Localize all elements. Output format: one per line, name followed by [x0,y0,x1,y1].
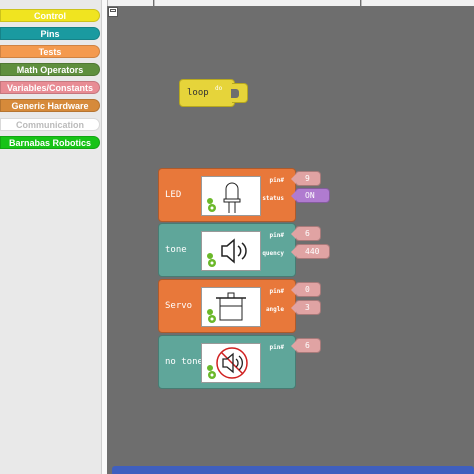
workspace-scrollbar[interactable] [112,466,474,474]
category-communication[interactable]: Communication [0,118,100,131]
param-label: pin# [269,288,284,295]
workspace-top-tab[interactable] [107,0,153,6]
loop-block[interactable]: loop do [179,79,248,107]
gear-icon [207,253,216,267]
category-sidebar: Control Pins Tests Math Operators Variab… [0,0,105,474]
workspace-top-tab[interactable] [154,0,360,6]
category-label: Tests [38,47,62,57]
status-value: ON [305,191,315,200]
param-label: pin# [269,344,284,351]
pin-value: 9 [305,174,310,183]
pin-value: 0 [305,285,310,294]
workspace-top-tab[interactable] [361,0,474,6]
tone-block[interactable]: tone pin# quency [158,223,296,277]
category-control[interactable]: Control [0,9,100,22]
pin-value-input[interactable]: 6 [291,338,321,353]
category-label: Generic Hardware [11,101,89,111]
block-title: Servo [165,301,193,311]
category-label: Control [34,11,66,21]
category-math-operators[interactable]: Math Operators [0,63,100,76]
block-title: LED [165,190,182,200]
category-label: Math Operators [16,65,84,75]
pin-value-input[interactable]: 9 [291,171,321,186]
angle-value: 3 [305,303,310,312]
loop-do-label: do [215,85,223,92]
pin-value-input[interactable]: 0 [291,282,321,297]
gear-icon [207,309,216,323]
param-label: quency [262,250,284,257]
no-tone-block[interactable]: no tone pin# [158,335,296,389]
gear-icon [207,198,216,212]
block-title: no tone [165,357,203,367]
loop-label: loop [187,88,209,98]
category-label: Barnabas Robotics [8,138,92,148]
category-label: Pins [40,29,60,39]
pin-value: 6 [305,341,310,350]
category-pins[interactable]: Pins [0,27,100,40]
status-value-dropdown[interactable]: ON [291,188,330,203]
category-label: Variables/Constants [6,83,94,93]
param-label: angle [265,306,284,313]
pin-value-input[interactable]: 6 [291,226,321,241]
category-barnabas-robotics[interactable]: Barnabas Robotics [0,136,100,149]
loop-notch [231,83,248,103]
gear-icon [207,365,216,379]
block-title: tone [165,245,187,255]
frequency-value-input[interactable]: 440 [291,244,330,259]
frequency-value: 440 [305,247,320,256]
param-label: status [262,195,284,202]
category-label: Communication [15,120,84,130]
led-block[interactable]: LED pin# status [158,168,296,222]
category-tests[interactable]: Tests [0,45,100,58]
category-generic-hardware[interactable]: Generic Hardware [0,99,100,112]
param-label: pin# [269,177,284,184]
category-variables-constants[interactable]: Variables/Constants [0,81,100,94]
param-label: pin# [269,232,284,239]
angle-value-input[interactable]: 3 [291,300,321,315]
servo-block[interactable]: Servo pin# angle [158,279,296,333]
pin-value: 6 [305,229,310,238]
trash-icon[interactable] [108,7,118,17]
